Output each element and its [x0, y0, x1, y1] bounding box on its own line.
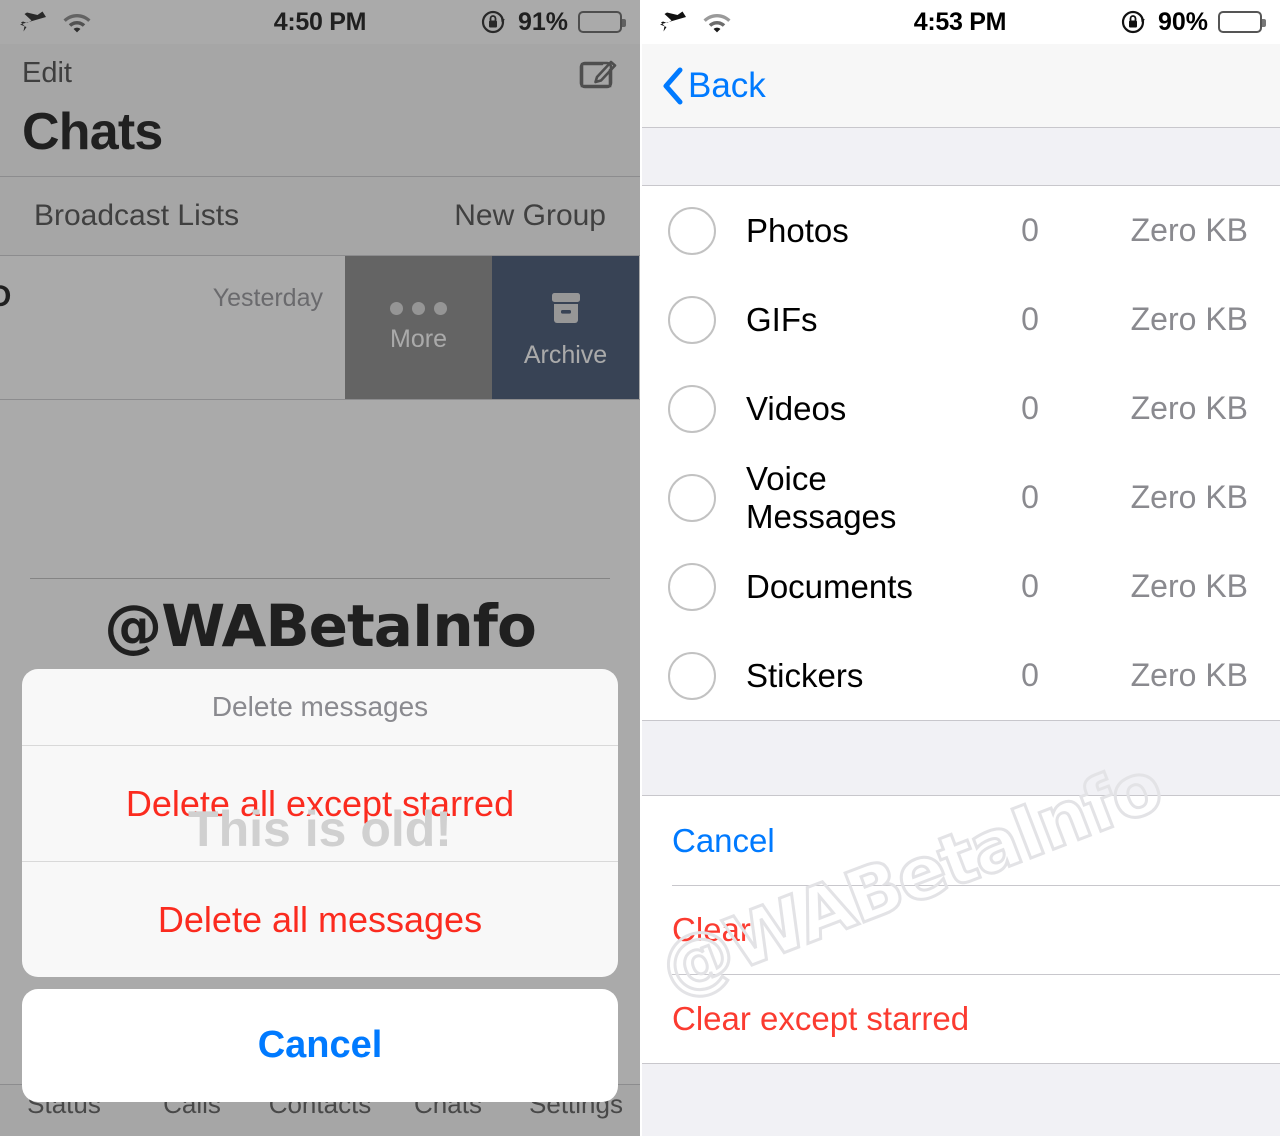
- row-label: Voice Messages: [746, 459, 897, 535]
- row-size: Zero KB: [1130, 301, 1248, 337]
- section-gap-bottom: [640, 1063, 1280, 1136]
- chats-nav-bar: Edit Chats: [0, 44, 640, 176]
- broadcast-lists-button[interactable]: Broadcast Lists: [34, 199, 239, 233]
- storage-nav-bar: Back: [640, 44, 1280, 127]
- archive-box-icon: [543, 285, 589, 331]
- watermark-rule: [30, 578, 610, 579]
- row-checkbox[interactable]: [668, 295, 716, 344]
- row-checkbox[interactable]: [668, 473, 716, 522]
- row-size: Zero KB: [1130, 390, 1248, 426]
- row-checkbox[interactable]: [668, 562, 716, 611]
- compose-icon[interactable]: [576, 52, 618, 94]
- row-size: Zero KB: [1130, 479, 1248, 515]
- row-size: Zero KB: [1130, 657, 1248, 693]
- clear-actions-list: Cancel Clear Clear except starred: [640, 796, 1280, 1063]
- left-battery-percent: 91%: [517, 7, 568, 36]
- row-count: 0: [1021, 390, 1039, 426]
- chevron-left-icon: [662, 67, 684, 105]
- right-phone-screen: 4:53 PM 90% Back Photos 0 Zero KB GIFs 0…: [640, 0, 1280, 1136]
- row-label: Videos: [746, 389, 847, 427]
- table-row[interactable]: Stickers 0 Zero KB: [640, 631, 1280, 720]
- table-row[interactable]: Videos 0 Zero KB: [640, 364, 1280, 453]
- action-sheet-group: Delete messages Delete all except starre…: [22, 669, 618, 977]
- chat-row-content[interactable]: NFO Yesterday ou!: [0, 256, 345, 399]
- edit-button[interactable]: Edit: [22, 57, 72, 90]
- chat-row-title: NFO: [0, 280, 11, 314]
- rotation-lock-icon: [1120, 8, 1148, 36]
- right-battery-percent: 90%: [1157, 7, 1208, 36]
- swipe-action-archive[interactable]: Archive: [492, 256, 639, 399]
- row-count: 0: [1021, 568, 1039, 604]
- row-checkbox[interactable]: [668, 384, 716, 433]
- row-label: GIFs: [746, 300, 818, 338]
- row-count: 0: [1021, 657, 1039, 693]
- battery-icon: [578, 11, 626, 33]
- action-sheet-title: Delete messages: [211, 691, 429, 722]
- swipe-more-label: More: [390, 324, 447, 353]
- chat-list-row-swiped[interactable]: NFO Yesterday ou! More: [0, 256, 640, 399]
- row-label: Documents: [746, 567, 913, 605]
- section-gap-top: [640, 128, 1280, 186]
- left-status-bar: 4:50 PM 91%: [0, 0, 640, 44]
- row-size: Zero KB: [1130, 568, 1248, 604]
- rotation-lock-icon: [480, 8, 508, 36]
- table-row[interactable]: Voice Messages 0 Zero KB: [640, 453, 1280, 542]
- row-checkbox[interactable]: [668, 651, 716, 700]
- row-count: 0: [1021, 479, 1039, 515]
- clear-button[interactable]: Clear: [640, 885, 1280, 974]
- table-row[interactable]: Documents 0 Zero KB: [640, 542, 1280, 631]
- watermark-handle-left: @WABetaInfo: [104, 592, 537, 660]
- section-gap-middle: [640, 720, 1280, 796]
- delete-all-messages-button[interactable]: Delete all messages: [22, 862, 618, 977]
- clear-except-starred-button[interactable]: Clear except starred: [640, 974, 1280, 1063]
- back-button[interactable]: Back: [662, 66, 766, 106]
- back-label: Back: [688, 65, 766, 105]
- row-label: Photos: [746, 211, 849, 249]
- delete-messages-action-sheet: Delete messages Delete all except starre…: [22, 669, 618, 1102]
- ellipsis-icon: [390, 301, 447, 315]
- right-status-bar: 4:53 PM 90%: [640, 0, 1280, 44]
- new-group-button[interactable]: New Group: [454, 199, 606, 233]
- chat-row-timestamp: Yesterday: [212, 284, 323, 312]
- page-title: Chats: [22, 103, 163, 161]
- table-row[interactable]: Photos 0 Zero KB: [640, 186, 1280, 275]
- left-phone-screen: 4:50 PM 91% Edit Chats Broadcast Lists N…: [0, 0, 640, 1136]
- cancel-button[interactable]: Cancel: [640, 796, 1280, 885]
- swipe-action-more[interactable]: More: [345, 256, 492, 399]
- row-checkbox[interactable]: [668, 206, 716, 255]
- battery-icon: [1218, 11, 1266, 33]
- chats-toolbar: Broadcast Lists New Group: [0, 177, 640, 255]
- row-count: 0: [1021, 212, 1039, 248]
- media-type-list: Photos 0 Zero KB GIFs 0 Zero KB Videos 0…: [640, 186, 1280, 720]
- dual-screenshot: 4:50 PM 91% Edit Chats Broadcast Lists N…: [0, 0, 1280, 1136]
- delete-all-except-starred-button[interactable]: Delete all except starred: [22, 746, 618, 861]
- screen-divider: [640, 0, 642, 1136]
- row-label: Stickers: [746, 656, 864, 694]
- swipe-archive-label: Archive: [523, 341, 608, 369]
- table-row[interactable]: GIFs 0 Zero KB: [640, 275, 1280, 364]
- row-count: 0: [1021, 301, 1039, 337]
- row-size: Zero KB: [1130, 212, 1248, 248]
- action-sheet-cancel-button[interactable]: Cancel: [22, 989, 618, 1102]
